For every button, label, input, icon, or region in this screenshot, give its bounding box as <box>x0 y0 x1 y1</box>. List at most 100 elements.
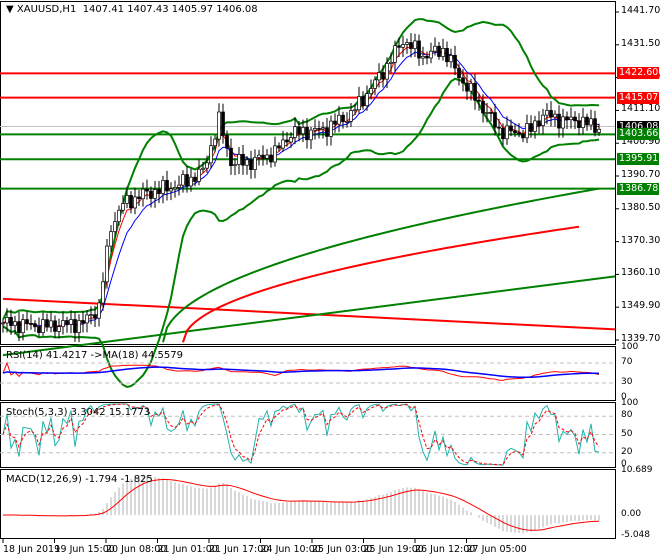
chart-window[interactable]: ▼ XAUUSD,H1 1407.41 1407.43 1405.97 1406… <box>0 0 660 560</box>
candle-body <box>481 100 485 114</box>
candle-body <box>497 126 501 129</box>
y-tick-label: 1349.90 <box>621 300 660 312</box>
moving-average-slow <box>162 187 600 343</box>
candle-body <box>541 114 545 126</box>
candle-body <box>197 168 201 182</box>
candle-body <box>321 127 325 130</box>
candle-body <box>21 319 25 334</box>
candle-body <box>277 145 281 149</box>
candle-body <box>9 317 13 326</box>
candle-body <box>285 139 289 143</box>
candle-body <box>589 118 593 126</box>
price-tag-support: 1403.66 <box>617 128 659 141</box>
candle-body <box>529 123 533 132</box>
candle-body <box>257 154 261 158</box>
y-tick-label: 1360.10 <box>621 267 660 279</box>
candle-body <box>117 209 121 223</box>
stoch-label: Stoch(5,3,3) 3.3042 15.1773 <box>6 407 151 418</box>
candle-body <box>241 154 245 166</box>
candle-body <box>109 231 113 247</box>
candle-body <box>301 127 305 135</box>
candle-body <box>313 128 317 131</box>
candle-body <box>157 189 161 194</box>
candle-body <box>181 174 185 186</box>
candle-body <box>113 221 117 232</box>
candle-body <box>337 114 341 125</box>
candle-body <box>509 125 513 132</box>
candle-body <box>281 139 285 149</box>
candle-body <box>325 127 329 137</box>
candle-body <box>393 45 397 63</box>
candle-body <box>517 132 521 135</box>
y-tick-label: -5.048 <box>621 530 651 540</box>
candle-body <box>485 112 489 114</box>
candle-body <box>341 114 345 122</box>
candle-body <box>273 145 277 163</box>
y-tick-label: 1370.30 <box>621 234 660 246</box>
candle-body <box>421 55 425 59</box>
candle-body <box>81 320 85 324</box>
x-tick-label: 18 Jun 2019 <box>3 544 61 555</box>
candle-body <box>565 116 569 121</box>
price-tag-support: 1386.78 <box>617 182 659 195</box>
candle-body <box>105 245 109 283</box>
candle-body <box>297 126 301 135</box>
candle-body <box>57 326 61 332</box>
candle-body <box>349 110 353 122</box>
candle-body <box>557 113 561 129</box>
candle-body <box>221 111 225 136</box>
candle-body <box>417 40 421 59</box>
candle-body <box>93 314 97 319</box>
triangle-down-icon[interactable]: ▼ <box>6 4 17 15</box>
candle-body <box>145 188 149 192</box>
candle-body <box>461 77 465 84</box>
macd-signal-line <box>2 478 600 531</box>
candle-body <box>597 128 601 133</box>
candle-body <box>401 44 405 48</box>
rsi-ma-line <box>2 366 600 379</box>
candle-body <box>225 135 229 149</box>
chart-title: ▼ XAUUSD,H1 1407.41 1407.43 1405.97 1406… <box>6 4 258 15</box>
candle-body <box>493 112 497 128</box>
candle-body <box>577 120 581 128</box>
candle-body <box>545 110 549 116</box>
candle-body <box>405 42 409 45</box>
candle-body <box>293 126 297 138</box>
candle-body <box>129 195 133 209</box>
candle-body <box>533 120 537 132</box>
ohlc-values: 1407.41 1407.43 1405.97 1406.08 <box>82 4 258 15</box>
candle-body <box>189 176 193 187</box>
candle-body <box>561 116 565 129</box>
candle-body <box>249 159 253 170</box>
y-tick-label: 70 <box>621 357 633 367</box>
candle-body <box>17 321 21 334</box>
candle-body <box>265 154 269 159</box>
candle-body <box>433 45 437 52</box>
candle-body <box>373 79 377 89</box>
candle-body <box>513 130 517 134</box>
candle-body <box>549 110 553 118</box>
candle-body <box>229 147 233 167</box>
y-tick-label: 100 <box>621 398 639 408</box>
candle-body <box>453 55 457 69</box>
y-tick-label: 30 <box>621 377 633 387</box>
candle-body <box>5 317 9 324</box>
candle-body <box>137 196 141 200</box>
y-tick-label: 100 <box>621 342 639 352</box>
candle-body <box>357 96 361 111</box>
candle-body <box>33 323 37 328</box>
candle-body <box>397 45 401 48</box>
candle-body <box>233 164 237 167</box>
candle-body <box>141 188 145 200</box>
candle-body <box>317 128 321 130</box>
candle-body <box>61 320 65 328</box>
y-tick-label: 1380.50 <box>621 201 660 213</box>
candle-body <box>353 109 357 112</box>
candle-body <box>237 154 241 165</box>
candle-body <box>425 55 429 59</box>
candle-body <box>593 118 597 133</box>
candle-body <box>457 67 461 79</box>
candle-body <box>185 174 189 187</box>
moving-average-red <box>2 44 600 329</box>
candle-body <box>345 121 349 123</box>
